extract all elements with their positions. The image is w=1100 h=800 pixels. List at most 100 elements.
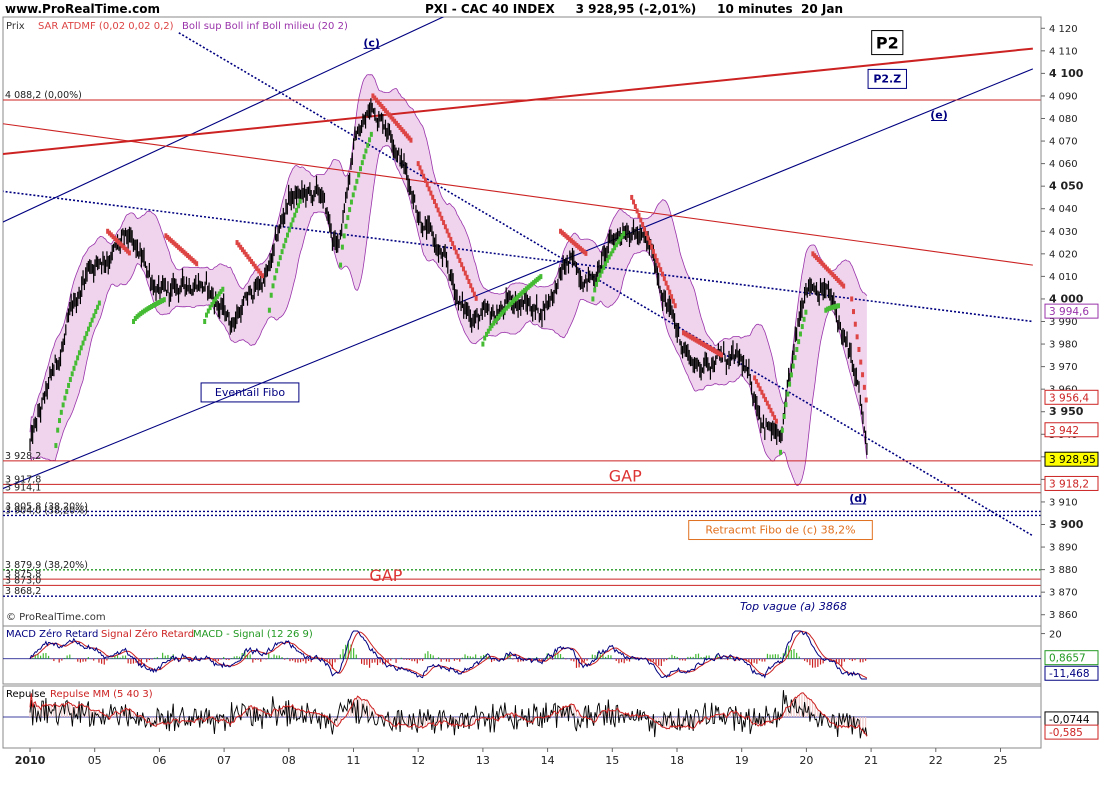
sar-dot [857,346,861,352]
sar-dot [72,365,76,371]
sar-dot [639,217,643,223]
sar-dot [642,226,646,232]
sar-dot [671,298,675,304]
sar-dot [641,222,645,228]
sar-dot [655,258,659,264]
y-tick-label: 3 990 [1049,317,1078,328]
sar-dot [836,303,840,309]
price-badge-label: 3 928,95 [1049,454,1096,466]
sar-dot [637,212,641,218]
annotation-text: Top vague (a) 3868 [740,600,847,613]
sar-dot [802,316,806,322]
x-tick-label: 20 [799,754,813,767]
sar-dot [344,223,348,229]
sar-dot [780,427,784,433]
sar-dot [791,363,795,369]
x-tick-label: 2010 [15,754,46,767]
sar-dot [596,277,600,283]
sar-dot [591,296,595,302]
annotation-text: GAP [609,467,642,486]
sar-dot [77,350,81,356]
sar-dot [289,222,293,228]
sar-dot [659,267,663,273]
y-tick-label: 4 100 [1049,67,1084,80]
sar-dot [664,280,668,286]
sar-dot [362,154,366,160]
chart-stage: www.ProRealTime.com PXI - CAC 40 INDEX 3… [0,0,1100,800]
sar-dot [784,402,788,408]
sar-dot [339,262,343,268]
sar-dot [720,352,724,358]
sar-dot [271,283,275,289]
y-tick-label: 4 030 [1049,227,1078,238]
y-tick-label: 4 060 [1049,159,1078,170]
legend-repulse-mm: Repulse MM (5 40 3) [50,689,153,700]
sar-dot [661,271,665,277]
annotation-text: Eventail Fibo [215,386,285,399]
sar-dot [539,274,543,280]
sar-dot [861,372,865,378]
y-tick-label: 4 080 [1049,114,1078,125]
y-tick-label: 3 910 [1049,497,1078,508]
x-tick-label: 12 [411,754,425,767]
sar-dot [653,253,657,259]
sar-dot [804,309,808,315]
sar-dot [630,194,634,200]
sar-dot [293,212,297,218]
sar-dot [291,217,295,223]
sar-dot [85,331,89,337]
sar-dot [351,192,355,198]
sar-dot [275,268,279,274]
sar-dot [366,142,370,148]
annotation-text: GAP [369,566,402,585]
sar-dot [666,285,670,291]
sar-dot [54,443,58,449]
x-tick-label: 05 [88,754,102,767]
repulse-badge-label: -0,0744 [1049,714,1090,726]
sar-dot [278,255,282,261]
sar-dot [481,341,485,347]
legend-boll: Boll sup Boll inf Boll milieu (20 2) [182,21,348,32]
sar-dot [632,199,636,205]
sar-dot [795,346,799,352]
sar-dot [97,300,101,306]
sar-dot [162,297,166,303]
legend-macd-signal: MACD - Signal (12 26 9) [193,629,313,640]
sar-dot [369,131,373,137]
sar-dot [58,418,62,424]
sar-dot [276,261,280,267]
level-label: 3 873,0 [5,575,41,586]
sar-dot [646,235,650,241]
sar-dot [63,395,67,401]
y-tick-label: 3 980 [1049,340,1078,351]
sar-dot [286,232,290,238]
price-badge-label: 3 956,4 [1049,392,1089,404]
sar-dot [65,389,69,395]
sar-dot [68,377,72,383]
sar-dot [853,321,857,327]
sar-dot [127,250,131,256]
level-label: 3 868,2 [5,586,41,597]
sar-dot [862,384,866,390]
x-tick-label: 06 [152,754,166,767]
sar-dot [355,178,359,184]
sar-dot [346,215,350,221]
annotation-text: (e) [930,109,948,122]
sar-dot [360,160,364,166]
sar-dot [353,185,357,191]
site-name[interactable]: www.ProRealTime.com [5,2,160,16]
sar-dot [842,283,846,289]
sar-dot [782,413,786,419]
y-tick-label: 3 900 [1049,518,1084,531]
x-tick-label: 21 [864,754,878,767]
legend-repulse: Repulse [6,689,45,700]
x-tick-label: 13 [476,754,490,767]
y-tick-label: 3 860 [1049,610,1078,621]
sar-dot [296,203,300,209]
sar-dot [650,244,654,250]
sar-dot [357,172,361,178]
sar-dot [260,273,264,279]
y-tick-label: 3 890 [1049,543,1078,554]
sar-dot [648,240,652,246]
sar-dot [644,231,648,237]
